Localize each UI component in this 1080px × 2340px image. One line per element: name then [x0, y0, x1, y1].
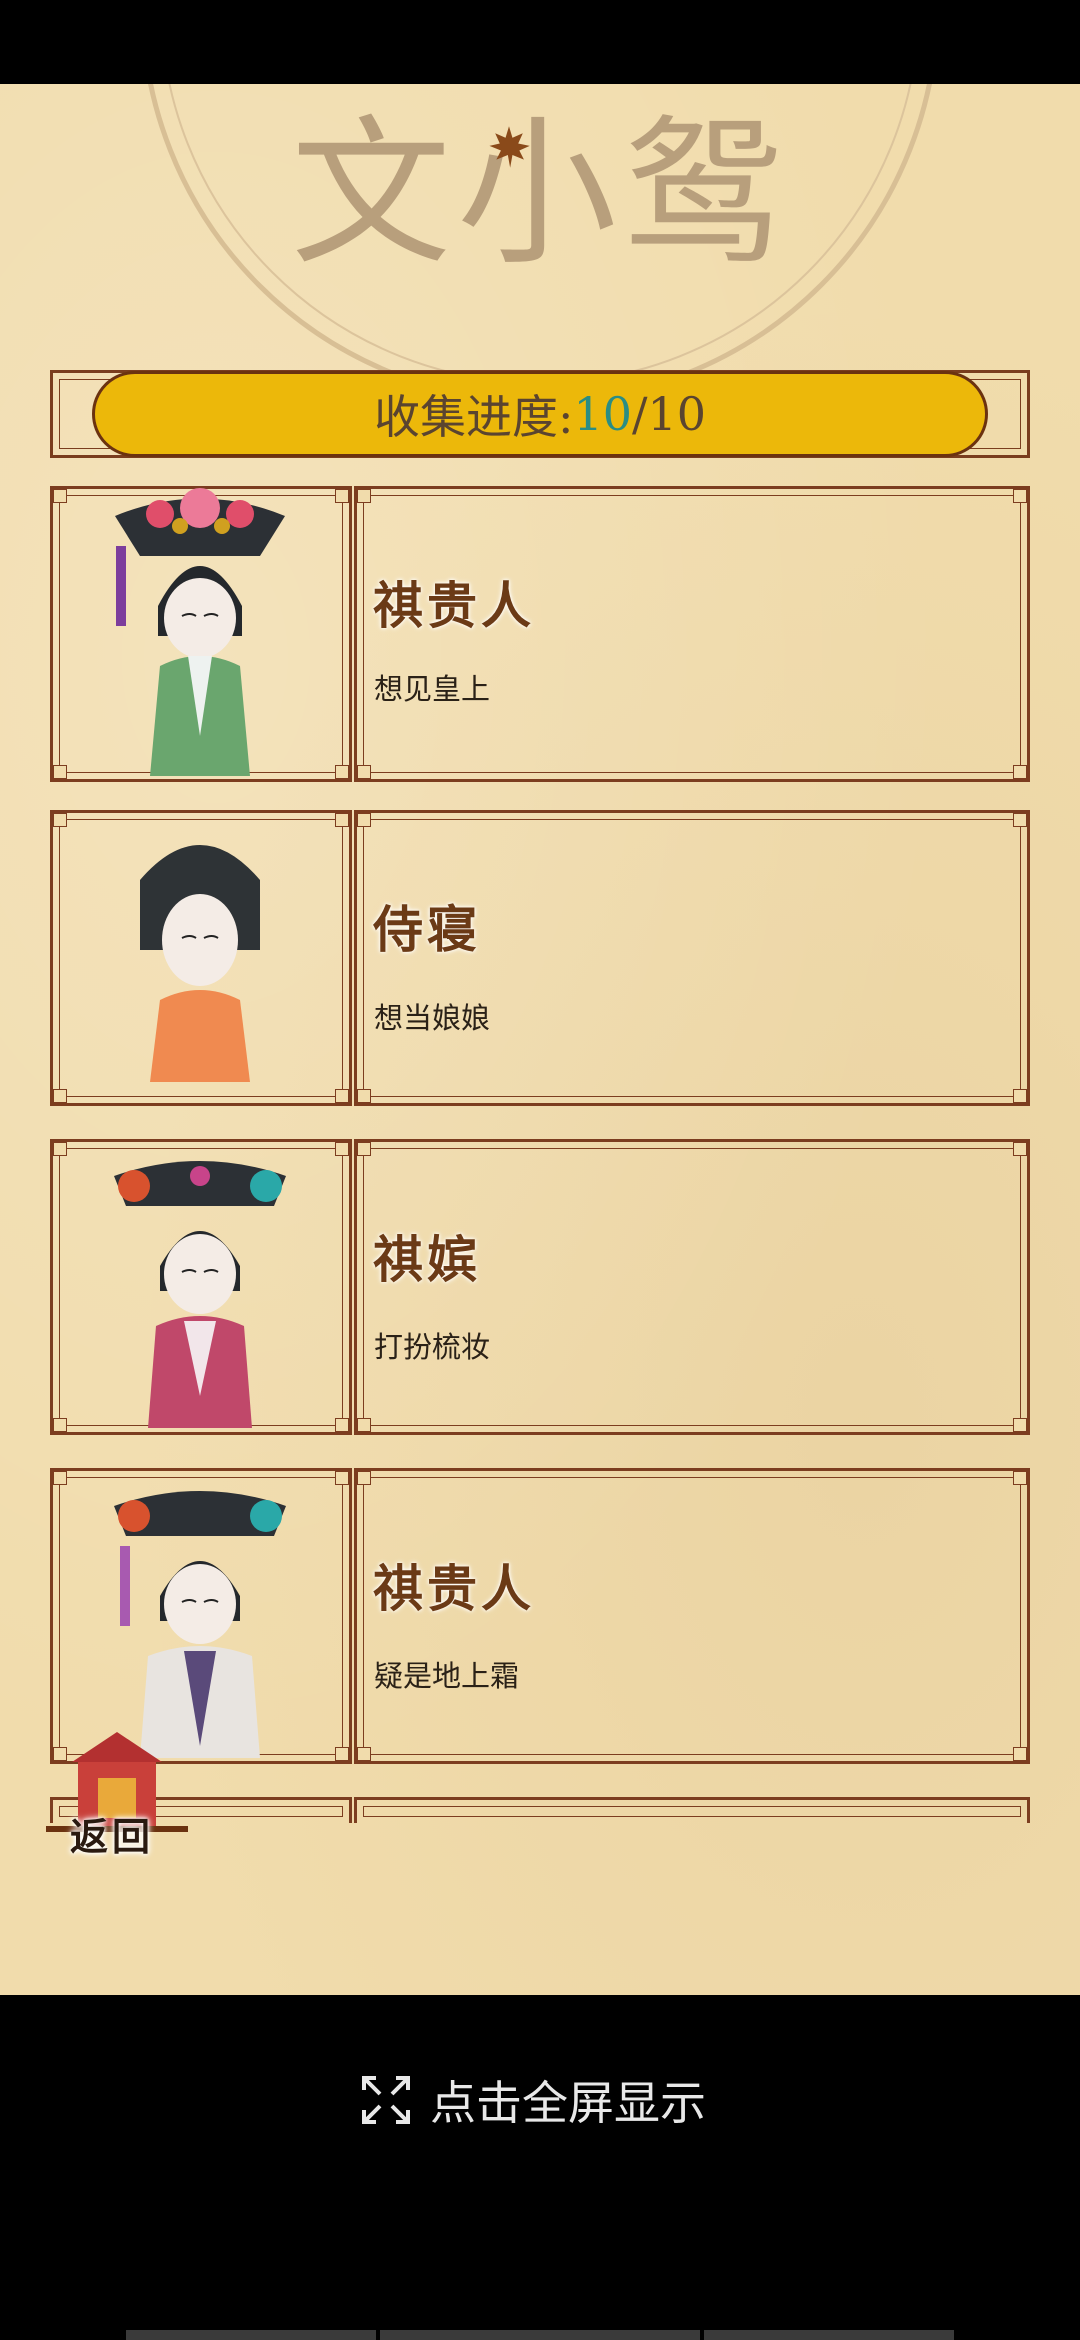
- expand-icon: [362, 2076, 410, 2124]
- item-name: 祺贵人: [373, 576, 535, 635]
- back-button[interactable]: 返回: [70, 1806, 154, 1861]
- fullscreen-label: 点击全屏显示: [430, 2076, 706, 2130]
- nav-bar-segment: [126, 2330, 376, 2340]
- bottom-letterbox: [0, 1995, 1080, 2340]
- progress-label: 收集进度:: [373, 390, 574, 444]
- consort-avatar-icon: [140, 845, 260, 1082]
- item-name: 祺贵人: [373, 1559, 535, 1618]
- item-name: 祺嫔: [373, 1230, 481, 1289]
- nav-bar-segment: [380, 2330, 700, 2340]
- collection-progress: 收集进度: 10/10: [92, 371, 988, 457]
- item-name: 侍寝: [373, 900, 481, 959]
- consort-avatar-icon: [114, 1161, 286, 1428]
- status-bar: [0, 0, 1080, 84]
- consort-avatar-icon: [115, 488, 285, 776]
- item-description: 打扮梳妆: [374, 1330, 491, 1364]
- item-description: 疑是地上霜: [374, 1659, 520, 1693]
- nav-bar-segment: [704, 2330, 954, 2340]
- item-description: 想当娘娘: [374, 1001, 491, 1035]
- consort-avatar-icon: [114, 1491, 286, 1758]
- collection-text-card: [354, 1797, 1030, 1823]
- maple-leaf-icon: [489, 126, 530, 168]
- fullscreen-button[interactable]: 点击全屏显示: [360, 2070, 706, 2130]
- progress-current: 10: [573, 387, 632, 441]
- progress-total: /10: [632, 387, 707, 441]
- game-logo: 文小鸳: [290, 100, 789, 287]
- item-description: 想见皇上: [374, 672, 491, 706]
